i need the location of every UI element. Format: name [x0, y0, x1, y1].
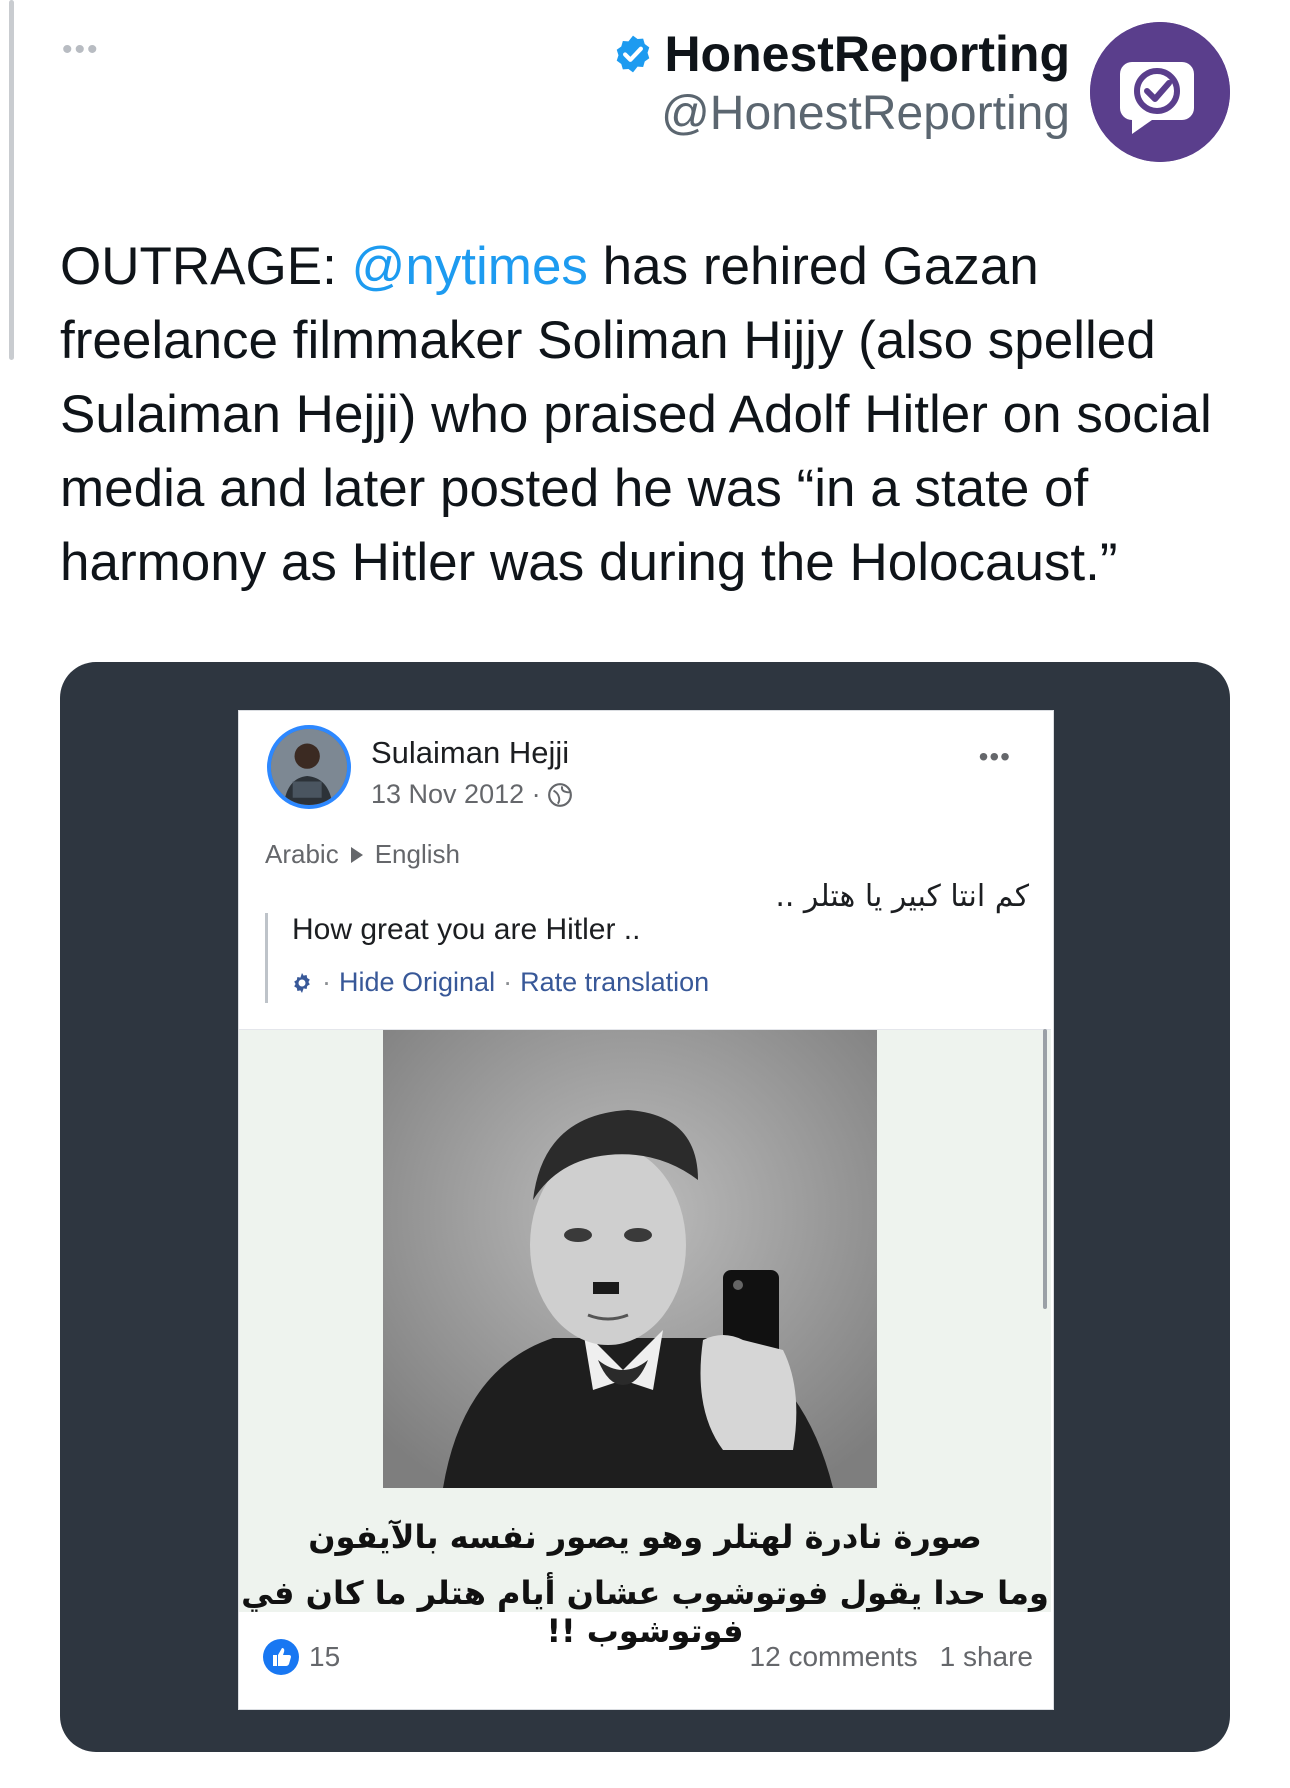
- gear-icon: [294, 972, 310, 993]
- post-photo: [383, 1030, 877, 1488]
- translation-box: How great you are Hitler .. · Hide Origi…: [265, 913, 868, 1003]
- author-handle[interactable]: @HonestReporting: [612, 84, 1070, 144]
- post-date: 13 Nov 2012 ·: [371, 779, 541, 809]
- hide-original-link: Hide Original: [339, 967, 496, 997]
- post-date-row: 13 Nov 2012 ·: [371, 779, 573, 810]
- original-post-text: كم انتا كبير يا هتلر ..: [775, 879, 1029, 914]
- post-image-area: صورة نادرة لهتلر وهو يصور نفسه بالآيفون …: [239, 1029, 1051, 1650]
- rate-translation-link: Rate translation: [520, 967, 710, 997]
- translated-text: How great you are Hitler ..: [292, 913, 641, 946]
- tweet-text: OUTRAGE: @nytimes has rehired Gazan free…: [60, 230, 1240, 600]
- target-language: English: [374, 839, 460, 869]
- source-language: Arabic: [265, 839, 339, 869]
- post-more-icon: •••: [978, 741, 1011, 772]
- arrow-right-icon: [350, 846, 363, 863]
- thread-line: [9, 0, 14, 360]
- separator: ·: [322, 967, 331, 997]
- like-count: 15: [309, 1641, 341, 1672]
- author-name[interactable]: HonestReporting: [664, 25, 1070, 83]
- tweet-author[interactable]: HonestReporting @HonestReporting: [612, 24, 1070, 144]
- verified-badge-icon: [617, 35, 650, 73]
- more-options-button[interactable]: •••: [62, 30, 122, 70]
- tweet-text-prefix: OUTRAGE:: [60, 237, 352, 296]
- post-footer: 15 12 comments 1 share: [263, 1631, 1033, 1691]
- like-icon: [263, 1639, 299, 1675]
- translation-language-row: Arabic English: [265, 839, 460, 870]
- tweet-media-image[interactable]: Sulaiman Hejji 13 Nov 2012 · ••• Arabic …: [60, 662, 1230, 1752]
- scrollbar: [1043, 1029, 1047, 1309]
- globe-icon: [547, 782, 572, 807]
- comment-count: 12 comments: [749, 1641, 918, 1672]
- translation-actions: · Hide Original · Rate translation: [290, 967, 709, 998]
- post-author-name: Sulaiman Hejji: [371, 735, 570, 770]
- post-header: Sulaiman Hejji 13 Nov 2012 · •••: [267, 725, 1027, 815]
- image-caption-line1: صورة نادرة لهتلر وهو يصور نفسه بالآيفون: [308, 1518, 982, 1556]
- engagement-stats: 12 comments 1 share: [750, 1641, 1033, 1673]
- share-count: 1 share: [939, 1641, 1033, 1672]
- post-author-avatar: [267, 725, 351, 809]
- author-avatar[interactable]: [1090, 22, 1230, 162]
- vintage-portrait-photo: [383, 1030, 877, 1488]
- honestreporting-logo-icon: [1090, 22, 1230, 162]
- embedded-facebook-post: Sulaiman Hejji 13 Nov 2012 · ••• Arabic …: [238, 710, 1054, 1710]
- separator: ·: [503, 967, 513, 997]
- person-photo-icon: [271, 729, 347, 805]
- mention-link[interactable]: @nytimes: [352, 237, 588, 296]
